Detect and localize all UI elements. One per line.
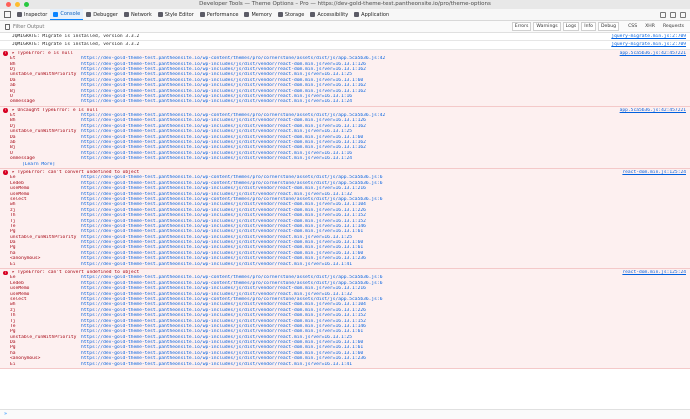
error-icon: !: [3, 51, 8, 56]
network-icon: [123, 12, 129, 17]
filter-warnings[interactable]: Warnings: [533, 22, 561, 31]
tab-label: Storage: [284, 11, 305, 18]
filter-requests[interactable]: Requests: [660, 22, 687, 31]
tab-label: Memory: [251, 11, 272, 18]
stack-frame[interactable]: Ei https://dev-gold-theme-test.pantheonsi…: [0, 362, 690, 367]
message-text[interactable]: JQMIGRATE: Migrate is installed, version…: [12, 42, 139, 47]
console-icon: [53, 11, 59, 17]
tab-label: Performance: [206, 11, 239, 18]
close-devtools-icon[interactable]: [680, 11, 686, 18]
inspector-icon: [17, 12, 22, 17]
error-icon: !: [3, 170, 8, 175]
tab-label: Inspector: [24, 11, 48, 18]
tab-console[interactable]: Console: [50, 9, 84, 20]
tab-label: Debugger: [93, 11, 118, 18]
stack-frame-location[interactable]: https://dev-gold-theme-test.pantheonsite…: [81, 362, 352, 367]
console-prompt: »: [4, 411, 8, 417]
stack-frame[interactable]: Ei https://dev-gold-theme-test.pantheonsi…: [0, 262, 690, 267]
filter-xhr[interactable]: XHR: [642, 22, 658, 31]
filter-logs[interactable]: Logs: [562, 22, 580, 31]
message-source-link[interactable]: jquery-migrate.min.js:2:709: [611, 34, 686, 39]
stack-frame[interactable]: onmessage https://dev-gold-theme-test.pan…: [0, 99, 690, 104]
clear-console-icon[interactable]: [5, 23, 10, 30]
error-message: ! ▸ TypeError: e is null app.5ca5b36.js:42…: [0, 49, 690, 107]
stack-frame-location[interactable]: https://dev-gold-theme-test.pantheonsite…: [81, 99, 352, 104]
error-message: ! ▸ Uncaught TypeError: e is null app.5ca5…: [0, 106, 690, 169]
console-filter-bar: ErrorsWarningsLogsInfoDebug CSSXHRRequest…: [0, 21, 690, 33]
toolbar-right: [660, 9, 686, 20]
filter-debug[interactable]: Debug: [597, 22, 620, 31]
message-row: JQMIGRATE: Migrate is installed, version…: [0, 42, 690, 47]
tab-application[interactable]: Application: [351, 9, 392, 20]
error-icon: !: [3, 108, 8, 113]
memory-icon: [244, 12, 250, 17]
filter-chips: Errors Warnings Logs Info Debug CSS XHR Request…: [511, 21, 687, 32]
storage-icon: [277, 12, 283, 17]
dock-icon[interactable]: [660, 11, 666, 18]
error-message: ! ▸ TypeError: can't convert undefined to…: [0, 269, 690, 370]
tab-label: Console: [60, 11, 81, 17]
learn-more-row: [Learn More]: [0, 162, 690, 167]
style-editor-icon: [157, 12, 163, 17]
message-source-link[interactable]: jquery-migrate.min.js:2:709: [611, 42, 686, 47]
more-options-icon[interactable]: [670, 11, 676, 18]
window-title: Developer Tools — Theme Options – Pro — …: [199, 1, 491, 7]
filter-output-input[interactable]: [13, 22, 213, 31]
console-output[interactable]: JQMIGRATE: Migrate is installed, version…: [0, 33, 690, 410]
console-input-row[interactable]: »: [0, 409, 690, 419]
stack-frame-location[interactable]: https://dev-gold-theme-test.pantheonsite…: [81, 262, 352, 267]
devtools-toolbar: Inspector Console Debugger Network Style Edi…: [0, 9, 690, 21]
devtools-tabs: Inspector Console Debugger Network Style Edi…: [14, 9, 392, 20]
log-message: JQMIGRATE: Migrate is installed, version…: [0, 33, 690, 42]
message-text[interactable]: JQMIGRATE: Migrate is installed, version…: [12, 34, 139, 39]
tab-label: Network: [130, 11, 152, 18]
tab-debugger[interactable]: Debugger: [83, 9, 121, 20]
tab-inspector[interactable]: Inspector: [14, 9, 50, 20]
tab-style-editor[interactable]: Style Editor: [155, 9, 197, 20]
tab-memory[interactable]: Memory: [241, 9, 274, 20]
stack-frame-function: Ei: [10, 261, 16, 267]
error-message: ! ▸ TypeError: can't convert undefined to…: [0, 168, 690, 270]
tab-storage[interactable]: Storage: [275, 9, 308, 20]
log-message: JQMIGRATE: Migrate is installed, version…: [0, 41, 690, 50]
filter-css[interactable]: CSS: [625, 22, 640, 31]
filter-info[interactable]: Info: [581, 22, 596, 31]
debugger-icon: [86, 12, 92, 17]
message-gutter: [0, 34, 12, 39]
filter-errors[interactable]: Errors: [511, 22, 532, 31]
element-picker-icon[interactable]: [4, 11, 11, 18]
tab-label: Style Editor: [164, 11, 194, 18]
tab-label: Accessibility: [317, 11, 349, 18]
error-icon: !: [3, 270, 8, 276]
stack-frame-function: Ei: [10, 361, 16, 367]
learn-more-link[interactable]: [Learn More]: [0, 162, 55, 167]
message-gutter: [0, 42, 12, 47]
window-titlebar: Developer Tools — Theme Options – Pro — …: [0, 0, 690, 9]
stack-frame-function: onmessage: [10, 99, 35, 105]
tab-network[interactable]: Network: [121, 9, 155, 20]
accessibility-icon: [310, 12, 316, 17]
performance-icon: [199, 12, 205, 17]
application-icon: [354, 12, 360, 17]
tab-accessibility[interactable]: Accessibility: [307, 9, 351, 20]
message-row: JQMIGRATE: Migrate is installed, version…: [0, 34, 690, 39]
tab-label: Application: [361, 11, 390, 18]
tab-performance[interactable]: Performance: [197, 9, 242, 20]
